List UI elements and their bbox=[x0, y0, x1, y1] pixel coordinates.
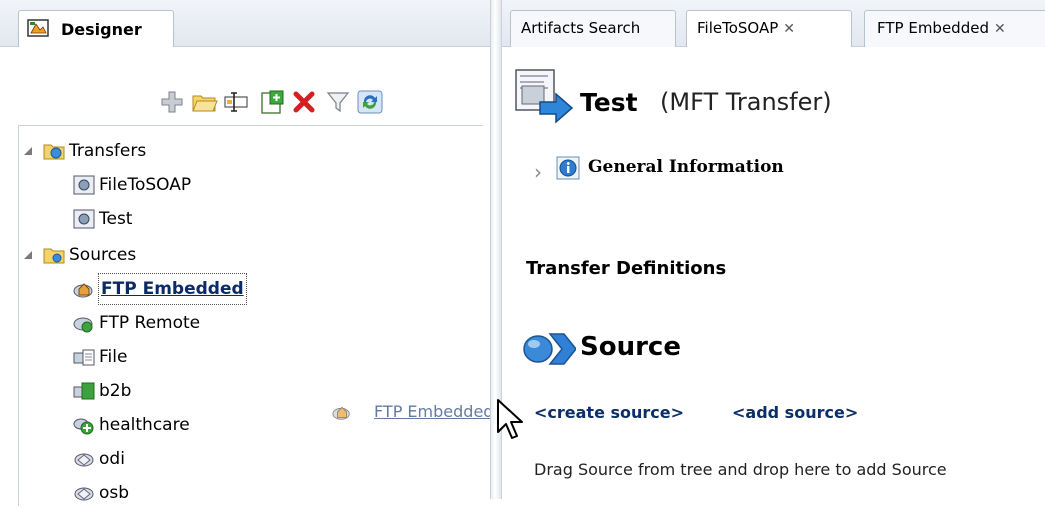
tree-label: FTP Remote bbox=[99, 313, 201, 333]
close-icon[interactable]: ✕ bbox=[994, 21, 1006, 37]
editor-title: Test bbox=[580, 88, 638, 117]
folder-icon bbox=[43, 248, 65, 264]
drag-ghost-label: FTP Embedded bbox=[374, 402, 494, 421]
refresh-icon[interactable] bbox=[356, 88, 384, 116]
tree-label: File bbox=[99, 347, 128, 367]
add-source-link[interactable]: <add source> bbox=[732, 403, 858, 422]
tree-label: Sources bbox=[69, 245, 137, 265]
artifact-tree: Transfers FileToSOAP Test Sources FTP Em… bbox=[18, 125, 483, 506]
tab-artifacts-search[interactable]: Artifacts Search bbox=[510, 10, 676, 47]
tree-label: odi bbox=[99, 449, 125, 469]
b2b-icon bbox=[73, 382, 95, 400]
collapse-arrow-icon[interactable] bbox=[23, 146, 33, 156]
chevron-right-icon[interactable]: › bbox=[534, 160, 542, 184]
source-icon bbox=[523, 333, 576, 365]
odi-icon bbox=[74, 453, 94, 467]
folder-icon bbox=[43, 144, 65, 160]
close-icon[interactable]: ✕ bbox=[783, 21, 795, 37]
tree-label: healthcare bbox=[99, 415, 190, 435]
add-icon[interactable] bbox=[158, 88, 186, 116]
info-icon bbox=[556, 156, 580, 180]
editor-panel: Artifacts Search FileToSOAP ✕ FTP Embedde… bbox=[502, 0, 1045, 499]
tree-label: osb bbox=[99, 483, 130, 503]
tab-designer-label: Designer bbox=[61, 20, 142, 39]
osb-icon bbox=[74, 487, 94, 501]
designer-icon bbox=[27, 19, 49, 37]
designer-tab-bar: Designer bbox=[0, 0, 490, 47]
ftp-remote-icon bbox=[73, 317, 93, 333]
mouse-cursor-icon bbox=[497, 399, 523, 439]
create-source-link[interactable]: <create source> bbox=[534, 403, 684, 422]
ftp-embedded-icon bbox=[332, 406, 350, 420]
tree-label-selected: FTP Embedded bbox=[98, 273, 247, 305]
source-heading: Source bbox=[580, 332, 681, 362]
designer-toolbar bbox=[0, 88, 490, 116]
section-label: General Information bbox=[588, 157, 784, 177]
tab-ftp-embedded[interactable]: FTP Embedded ✕ bbox=[864, 10, 1045, 47]
open-folder-icon[interactable] bbox=[190, 88, 218, 116]
tab-filetosoap[interactable]: FileToSOAP ✕ bbox=[686, 10, 852, 47]
editor-subtitle: (MFT Transfer) bbox=[660, 88, 832, 116]
mft-transfer-icon bbox=[515, 69, 574, 124]
tree-label: FileToSOAP bbox=[99, 175, 192, 195]
tree-label: b2b bbox=[99, 381, 132, 401]
filter-icon[interactable] bbox=[324, 88, 352, 116]
healthcare-icon bbox=[73, 418, 94, 435]
tab-designer[interactable]: Designer bbox=[18, 10, 174, 47]
editor-tab-bar: Artifacts Search FileToSOAP ✕ FTP Embedde… bbox=[502, 0, 1045, 47]
drop-hint-text: Drag Source from tree and drop here to a… bbox=[534, 460, 947, 479]
transfer-definitions-heading: Transfer Definitions bbox=[526, 258, 727, 279]
rename-icon[interactable] bbox=[222, 88, 250, 116]
tree-label: Test bbox=[99, 209, 133, 229]
delete-icon[interactable] bbox=[290, 88, 318, 116]
collapse-arrow-icon[interactable] bbox=[23, 250, 33, 260]
tab-label: Artifacts Search bbox=[521, 19, 641, 37]
ftp-embedded-icon bbox=[73, 283, 93, 298]
tab-label: FTP Embedded bbox=[877, 19, 989, 37]
new-item-icon[interactable] bbox=[258, 88, 286, 116]
file-source-icon bbox=[73, 349, 95, 366]
designer-panel: Designer Transfers FileToSOAP Test Sourc… bbox=[0, 0, 494, 506]
transfer-icon bbox=[73, 175, 95, 195]
tab-label: FileToSOAP bbox=[697, 19, 779, 37]
tree-label: Transfers bbox=[69, 141, 147, 161]
transfer-icon bbox=[73, 209, 95, 229]
